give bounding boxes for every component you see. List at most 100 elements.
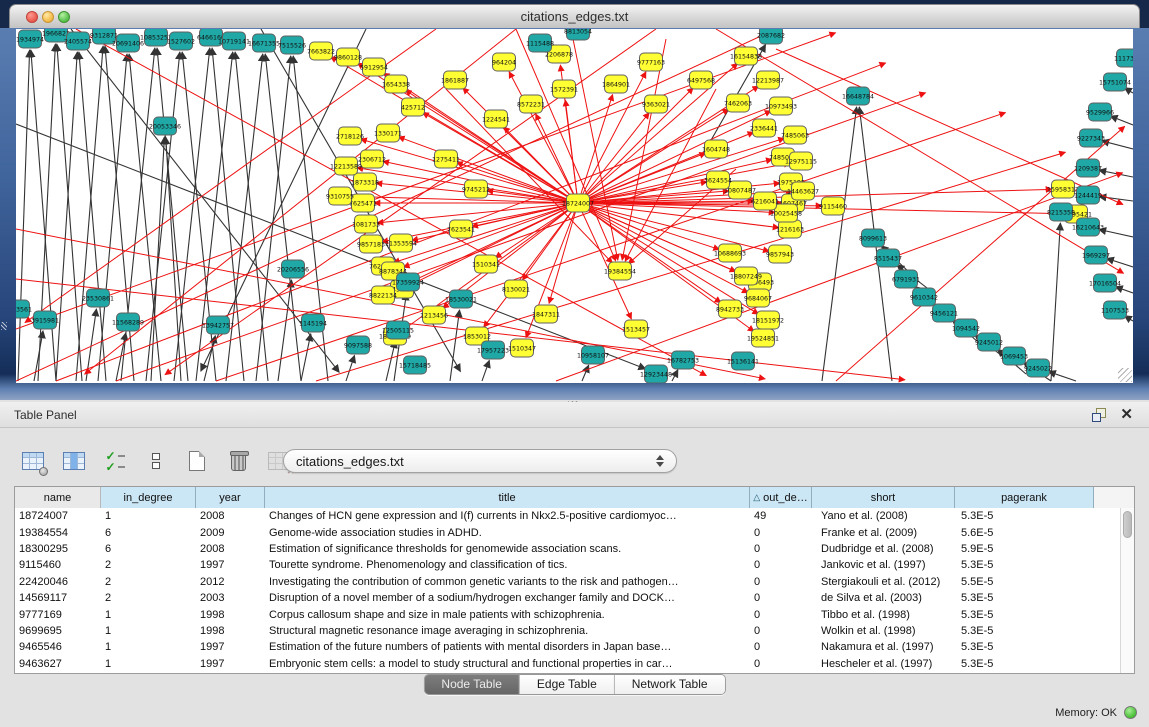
graph-node[interactable]: 7515526: [278, 36, 306, 54]
graph-node[interactable]: 10719141: [218, 32, 250, 50]
trash-icon[interactable]: [225, 448, 251, 474]
graph-node[interactable]: 9610342: [910, 288, 938, 306]
table-row[interactable]: 946554611997Estimation of the future num…: [15, 639, 1134, 655]
graph-node[interactable]: 1216163: [776, 220, 804, 238]
graph-node[interactable]: 23530861: [82, 289, 114, 307]
graph-node[interactable]: 16648784: [842, 87, 874, 105]
graph-node[interactable]: 1244419: [1074, 186, 1102, 204]
table-row[interactable]: 911546021997Tourette syndrome. Phenomeno…: [15, 557, 1134, 573]
graph-node[interactable]: 12213589: [330, 157, 362, 175]
graph-node[interactable]: 7462063: [724, 94, 752, 112]
graph-node[interactable]: 964204: [492, 53, 516, 71]
graph-node[interactable]: 9745212: [462, 180, 490, 198]
graph-node[interactable]: 17016504: [1089, 274, 1121, 292]
graph-node[interactable]: 9529966: [1086, 103, 1114, 121]
graph-node[interactable]: 9310755: [326, 187, 354, 205]
graph-node[interactable]: 8515437: [874, 249, 902, 267]
graph-node[interactable]: 15136141: [727, 352, 759, 370]
graph-node[interactable]: 20206556: [277, 260, 309, 278]
select-rows-icon[interactable]: ✓✓: [102, 448, 128, 474]
graph-node[interactable]: 8822134: [369, 286, 397, 304]
graph-node[interactable]: 1117345: [1114, 49, 1133, 67]
table-row[interactable]: 1830029562008Estimation of significance …: [15, 541, 1134, 557]
graph-node[interactable]: 19524851: [747, 329, 779, 347]
graph-node[interactable]: 1209387: [1074, 159, 1102, 177]
graph-node[interactable]: 17359924: [392, 273, 424, 291]
network-canvas[interactable]: 2206878964204186188742571213301712306712…: [16, 29, 1133, 383]
row-height-icon[interactable]: [143, 448, 169, 474]
graph-node[interactable]: 3624554: [704, 171, 732, 189]
column-header-short[interactable]: short: [812, 487, 955, 508]
graph-node[interactable]: 3915981: [31, 311, 59, 329]
graph-node[interactable]: 1081733: [352, 215, 380, 233]
graph-node[interactable]: 16154838: [730, 47, 762, 65]
graph-node[interactable]: 1330171: [374, 124, 402, 142]
graph-node[interactable]: 1572391: [550, 80, 578, 98]
graph-node[interactable]: 6497568: [687, 71, 715, 89]
graph-node[interactable]: 9227343: [1077, 129, 1105, 147]
graph-node[interactable]: 18151972: [752, 311, 784, 329]
graph-node[interactable]: 8813054: [564, 29, 592, 40]
graph-node[interactable]: 9860128: [334, 48, 362, 66]
graph-node[interactable]: 9363021: [642, 95, 670, 113]
graph-node[interactable]: 1864901: [602, 75, 630, 93]
graph-node[interactable]: 11353594: [385, 234, 417, 252]
graph-node[interactable]: 9115460: [819, 197, 847, 215]
graph-node[interactable]: 10688693: [714, 244, 746, 262]
table-row[interactable]: 1938455462009Genome-wide association stu…: [15, 524, 1134, 540]
tab-edge-table[interactable]: Edge Table: [519, 675, 614, 694]
scrollbar-thumb[interactable]: [1123, 511, 1132, 538]
graph-node[interactable]: 10973493: [765, 97, 797, 115]
graph-node[interactable]: 1934974: [16, 30, 44, 48]
graph-node[interactable]: 1847311: [532, 305, 560, 323]
graph-node[interactable]: 9245012: [975, 333, 1003, 351]
tab-node-table[interactable]: Node Table: [424, 675, 519, 694]
float-panel-icon[interactable]: [1092, 408, 1106, 421]
graph-node[interactable]: 9097588: [344, 336, 372, 354]
graph-node[interactable]: 12923448: [640, 365, 672, 383]
graph-node[interactable]: 1510347: [508, 339, 536, 357]
graph-node[interactable]: 10958107: [577, 346, 609, 364]
graph-node[interactable]: 8099613: [859, 229, 887, 247]
graph-node[interactable]: 425712: [401, 98, 425, 116]
graph-node[interactable]: 9857943: [766, 245, 794, 263]
graph-node[interactable]: 1861887: [441, 71, 469, 89]
graph-node[interactable]: 2087682: [757, 29, 785, 44]
graph-node[interactable]: 1873318: [351, 173, 379, 191]
graph-node[interactable]: 1094542: [952, 319, 980, 337]
new-table-icon[interactable]: [184, 448, 210, 474]
graph-node[interactable]: 14463627: [787, 182, 819, 200]
graph-node[interactable]: 7485063: [781, 126, 809, 144]
graph-node[interactable]: 1069453: [1000, 347, 1028, 365]
table-row[interactable]: 977716911998Corpus callosum shape and si…: [15, 606, 1134, 622]
graph-node[interactable]: 1275411: [432, 150, 460, 168]
graph-node[interactable]: 16210643: [1072, 218, 1104, 236]
graph-node[interactable]: 1513457: [622, 320, 650, 338]
graph-node[interactable]: 18530021: [445, 290, 477, 308]
graph-node[interactable]: 9684067: [744, 289, 772, 307]
graph-node[interactable]: 2718126: [336, 127, 364, 145]
table-row[interactable]: 946362711997Embryonic stem cells: a mode…: [15, 656, 1134, 672]
graph-node[interactable]: 16782753: [667, 351, 699, 369]
graph-node[interactable]: 18724007: [562, 194, 594, 212]
table-row[interactable]: 1872400712008Changes of HCN gene express…: [15, 508, 1134, 524]
graph-node[interactable]: 17957223: [477, 341, 509, 359]
graph-node[interactable]: 9456121: [930, 304, 958, 322]
graph-node[interactable]: 1343561: [16, 300, 32, 318]
graph-node[interactable]: 11568289: [112, 313, 144, 331]
column-header-name[interactable]: name: [15, 487, 101, 508]
graph-node[interactable]: 8215358: [1047, 203, 1075, 221]
graph-node[interactable]: 1213456: [420, 306, 448, 324]
graph-node[interactable]: 15751074: [1099, 73, 1131, 91]
graph-node[interactable]: 1107533: [1101, 301, 1129, 319]
graph-node[interactable]: 15718485: [399, 356, 431, 374]
graph-node[interactable]: 12975115: [785, 152, 817, 170]
graph-node[interactable]: 1510341: [472, 255, 500, 273]
graph-node[interactable]: 8130021: [502, 280, 530, 298]
column-header-out-de-[interactable]: △out_de…: [750, 487, 812, 508]
table-row[interactable]: 2242004622012Investigating the contribut…: [15, 574, 1134, 590]
show-columns-icon[interactable]: [61, 448, 87, 474]
graph-node[interactable]: 2306712: [358, 150, 386, 168]
graph-node[interactable]: 12213987: [752, 71, 784, 89]
graph-node[interactable]: 7623541: [447, 220, 475, 238]
